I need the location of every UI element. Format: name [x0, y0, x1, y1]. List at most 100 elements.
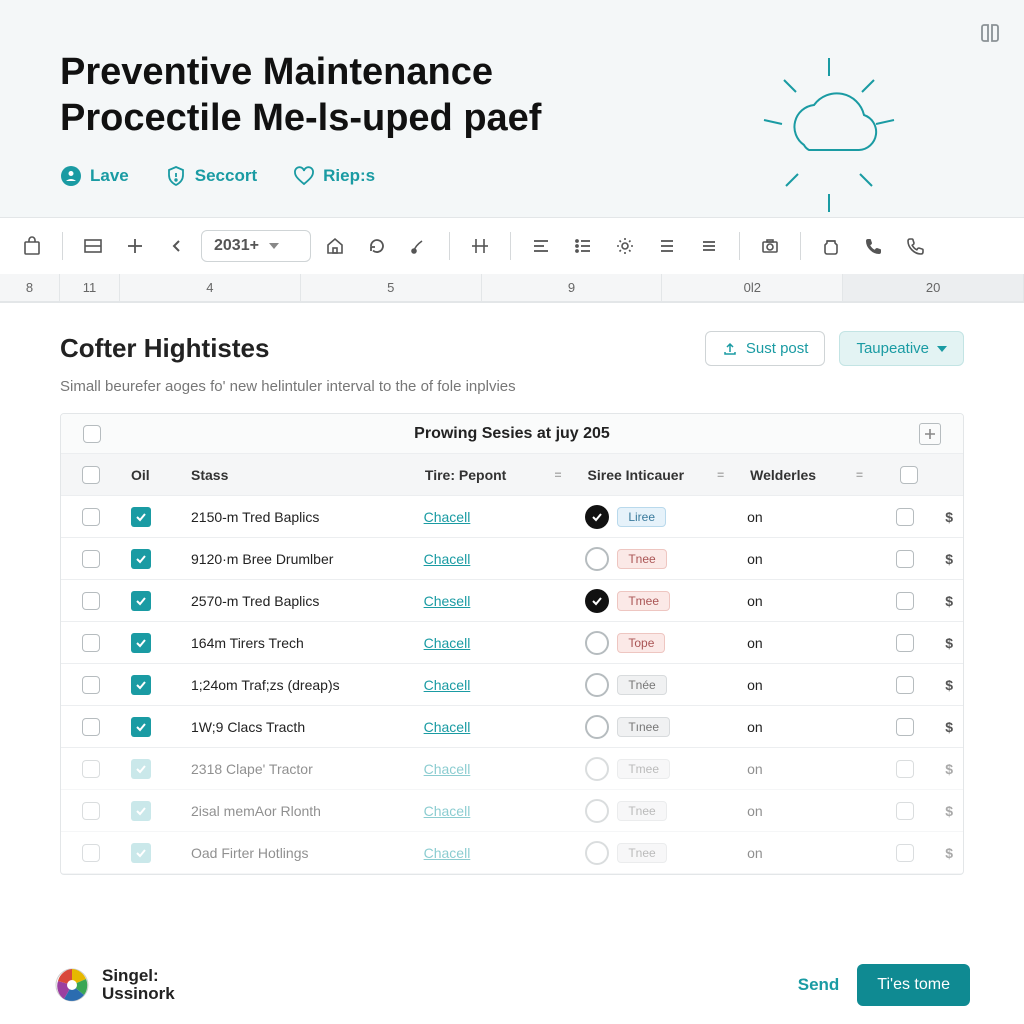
lines2-icon[interactable] [691, 228, 727, 264]
row-end-checkbox[interactable] [896, 760, 914, 778]
shield-icon [165, 165, 187, 187]
crumb-seccort[interactable]: Seccort [165, 165, 257, 187]
row-checkbox[interactable] [82, 634, 100, 652]
dollar-cell: $ [935, 543, 963, 575]
oil-check-icon [131, 717, 151, 737]
refresh-icon[interactable] [359, 228, 395, 264]
chevron-left-icon[interactable] [159, 228, 195, 264]
crumb-rieps[interactable]: Riep:s [293, 165, 375, 187]
brand: Singel: Ussinork [54, 967, 175, 1003]
tire-link[interactable]: Chacell [424, 803, 471, 819]
oil-check-icon [131, 843, 151, 863]
main-content: Cofter Hightistes Sust post Taupeative S… [0, 303, 1024, 875]
row-end-checkbox[interactable] [896, 592, 914, 610]
year-select[interactable]: 2031+ [201, 230, 311, 262]
tire-link[interactable]: Chacell [424, 761, 471, 777]
ruler-cell: 5 [301, 274, 482, 301]
tire-link[interactable]: Chacell [424, 845, 471, 861]
status-pill: Tnee [617, 549, 666, 569]
primary-button[interactable]: Ti'es tome [857, 964, 970, 1006]
table-row: Oad Firter HotlingsChacellTneeon$ [61, 832, 963, 874]
add-column-button[interactable] [919, 423, 941, 445]
col-tire[interactable]: Tire: Pepont= [415, 459, 578, 491]
dollar-cell: $ [935, 501, 963, 533]
brand-line1: Singel: [102, 967, 175, 985]
header: Preventive Maintenance Procectile Me-ls-… [0, 0, 1024, 217]
row-checkbox[interactable] [82, 676, 100, 694]
radio-unchecked-icon[interactable] [585, 673, 609, 697]
radio-unchecked-icon[interactable] [585, 841, 609, 865]
select-all-group-checkbox[interactable] [83, 425, 101, 443]
phone-icon[interactable] [855, 228, 891, 264]
brand-logo-icon [54, 967, 90, 1003]
table-row: 2570-m Tred BaplicsChesellTmeeon$ [61, 580, 963, 622]
table-header-row: Oil Stass Tire: Pepont= Siree Inticauer=… [61, 454, 963, 496]
dollar-cell: $ [935, 669, 963, 701]
lines-icon[interactable] [649, 228, 685, 264]
radio-checked-icon[interactable] [585, 589, 609, 613]
row-end-checkbox[interactable] [896, 844, 914, 862]
list-icon[interactable] [565, 228, 601, 264]
status-pill: Tmee [617, 759, 670, 779]
sust-post-button[interactable]: Sust post [705, 331, 826, 366]
camera-icon[interactable] [752, 228, 788, 264]
row-checkbox[interactable] [82, 550, 100, 568]
row-checkbox[interactable] [82, 508, 100, 526]
phone-outline-icon[interactable] [897, 228, 933, 264]
tire-link[interactable]: Chesell [424, 593, 471, 609]
button-label: Taupeative [856, 340, 929, 357]
row-end-checkbox[interactable] [896, 802, 914, 820]
dollar-cell: $ [935, 795, 963, 827]
row-end-checkbox[interactable] [896, 634, 914, 652]
row-checkbox[interactable] [82, 802, 100, 820]
row-end-checkbox[interactable] [896, 508, 914, 526]
radio-unchecked-icon[interactable] [585, 715, 609, 739]
home-icon[interactable] [317, 228, 353, 264]
oil-check-icon [131, 549, 151, 569]
col-weld[interactable]: Welderles= [740, 459, 879, 491]
end-checkbox[interactable] [900, 466, 918, 484]
oil-check-icon [131, 801, 151, 821]
row-end-checkbox[interactable] [896, 718, 914, 736]
row-end-checkbox[interactable] [896, 550, 914, 568]
crumb-label: Lave [90, 166, 129, 186]
brush-icon[interactable] [401, 228, 437, 264]
tire-link[interactable]: Chacell [424, 509, 471, 525]
row-checkbox[interactable] [82, 760, 100, 778]
book-icon[interactable] [978, 22, 1002, 46]
dollar-cell: $ [935, 585, 963, 617]
col-oil[interactable]: Oil [121, 459, 181, 491]
bag-icon[interactable] [14, 228, 50, 264]
layout-icon[interactable] [75, 228, 111, 264]
send-link[interactable]: Send [798, 975, 840, 995]
col-siree[interactable]: Siree Inticauer= [578, 459, 741, 491]
heart-icon [293, 165, 315, 187]
radio-unchecked-icon[interactable] [585, 547, 609, 571]
weld-cell: on [737, 753, 875, 785]
jar-icon[interactable] [813, 228, 849, 264]
radio-checked-icon[interactable] [585, 505, 609, 529]
tire-link[interactable]: Chacell [424, 677, 471, 693]
radio-unchecked-icon[interactable] [585, 757, 609, 781]
radio-unchecked-icon[interactable] [585, 799, 609, 823]
row-checkbox[interactable] [82, 592, 100, 610]
align-left-icon[interactable] [523, 228, 559, 264]
grid-split-icon[interactable] [462, 228, 498, 264]
col-stass[interactable]: Stass [181, 459, 415, 491]
chevron-down-icon [269, 243, 279, 249]
tire-link[interactable]: Chacell [424, 551, 471, 567]
section-title: Cofter Hightistes [60, 333, 269, 364]
stass-cell: 2150-m Tred Baplics [181, 501, 414, 533]
taupeative-button[interactable]: Taupeative [839, 331, 964, 366]
radio-unchecked-icon[interactable] [585, 631, 609, 655]
select-all-checkbox[interactable] [82, 466, 100, 484]
gear-icon[interactable] [607, 228, 643, 264]
button-label: Sust post [746, 340, 809, 357]
plus-icon[interactable] [117, 228, 153, 264]
row-checkbox[interactable] [82, 844, 100, 862]
tire-link[interactable]: Chacell [424, 719, 471, 735]
crumb-lave[interactable]: Lave [60, 165, 129, 187]
tire-link[interactable]: Chacell [424, 635, 471, 651]
row-end-checkbox[interactable] [896, 676, 914, 694]
row-checkbox[interactable] [82, 718, 100, 736]
